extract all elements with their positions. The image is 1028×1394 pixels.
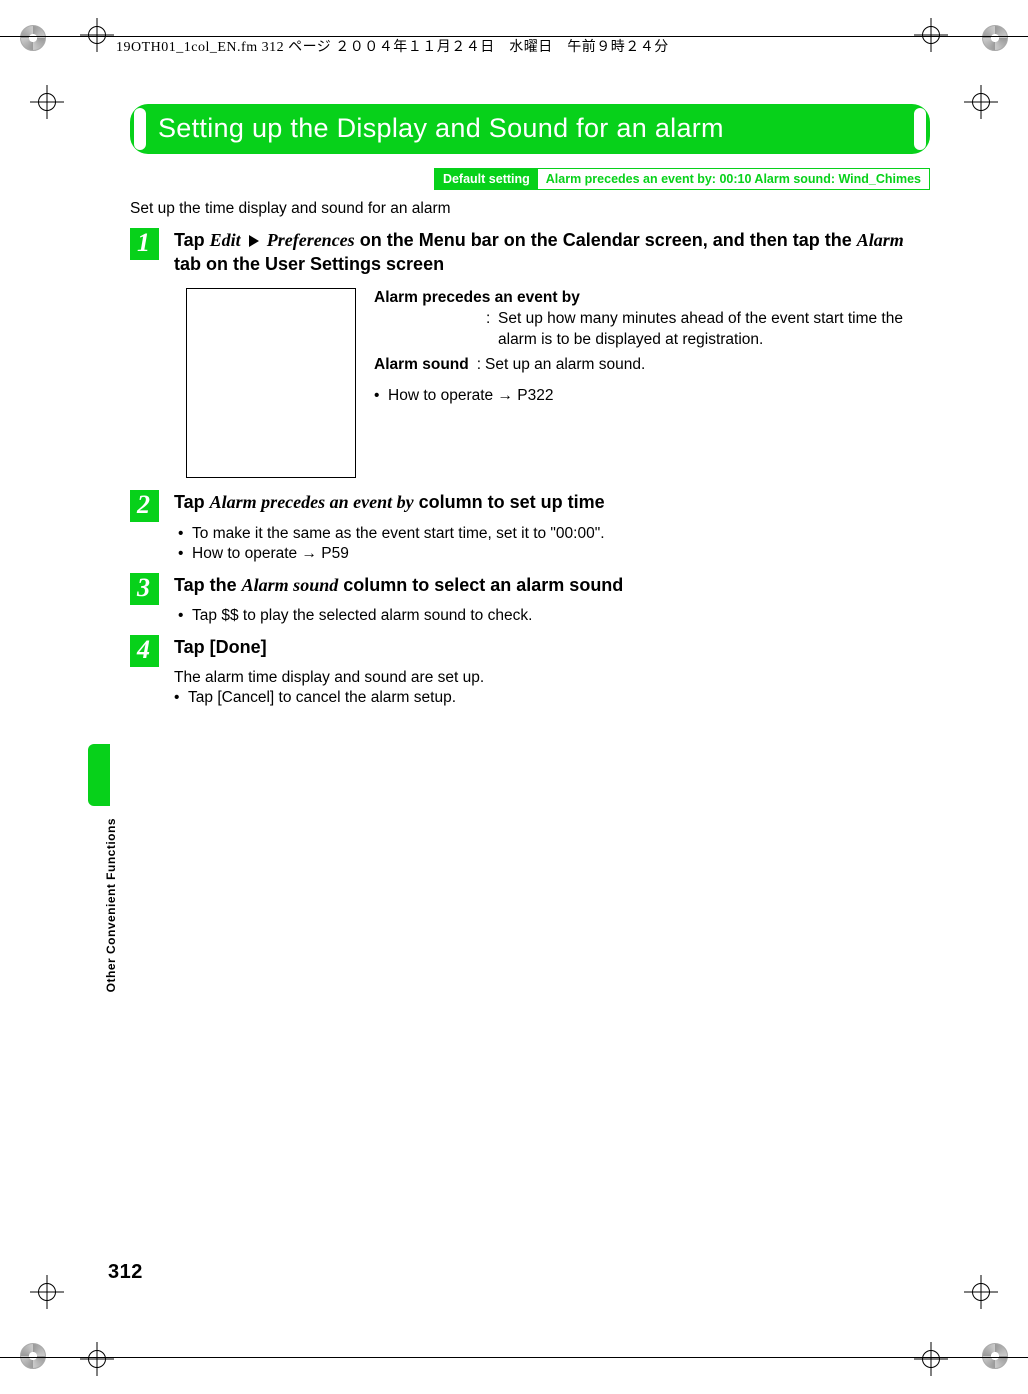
step-4: 4 Tap [Done] The alarm time display and … — [130, 635, 930, 711]
default-setting-strip: Default setting Alarm precedes an event … — [130, 168, 930, 190]
step-number: 2 — [130, 490, 159, 522]
registration-mark-icon — [20, 1343, 46, 1369]
def-howto: How to operate → P322 — [388, 387, 553, 404]
step-title-edit: Edit — [210, 230, 241, 250]
def-precedes-term: Alarm precedes an event by — [374, 288, 930, 309]
step-title-alarm: Alarm — [857, 230, 904, 250]
step-number: 1 — [130, 228, 159, 260]
step-1-title: Tap Edit Preferences on the Menu bar on … — [174, 228, 930, 277]
step-title-italic: Alarm precedes an event by — [210, 492, 414, 512]
step-title-text: tab on the User Settings screen — [174, 254, 444, 274]
section-title: Setting up the Display and Sound for an … — [154, 114, 728, 144]
step-1: 1 Tap Edit Preferences on the Menu bar o… — [130, 228, 930, 283]
step-number: 4 — [130, 635, 159, 667]
page: 19OTH01_1col_EN.fm 312 ページ ２００４年１１月２４日 水… — [0, 0, 1028, 1394]
step-title-text: column to select an alarm sound — [343, 575, 623, 595]
step-title-text: Tap the — [174, 575, 242, 595]
step-title-text: column to set up time — [419, 492, 605, 512]
step-number: 3 — [130, 573, 159, 605]
default-setting-label: Default setting — [435, 169, 538, 189]
crop-mark-icon — [964, 85, 998, 119]
step-2-bullet-1: To make it the same as the event start t… — [192, 525, 604, 542]
step-title-preferences: Preferences — [267, 230, 355, 250]
step-1-definitions: Alarm precedes an event by : Set up how … — [186, 288, 930, 478]
triangle-right-icon — [249, 235, 259, 247]
step-2-title: Tap Alarm precedes an event by column to… — [174, 490, 930, 514]
crop-mark-icon — [30, 85, 64, 119]
step-title-text: Tap — [174, 492, 210, 512]
side-section-label: Other Convenient Functions — [104, 818, 120, 992]
default-setting-value: Alarm precedes an event by: 00:10 Alarm … — [538, 169, 929, 189]
step-3-bullet-1: Tap $$ to play the selected alarm sound … — [192, 607, 532, 624]
step-2-bullet-2: How to operate → P59 — [192, 545, 349, 562]
registration-mark-icon — [982, 25, 1008, 51]
def-sound-desc: Set up an alarm sound. — [485, 355, 645, 376]
crop-mark-icon — [914, 1342, 948, 1376]
step-title-text: on the Menu bar on the Calendar screen, … — [360, 230, 857, 250]
step-2: 2 Tap Alarm precedes an event by column … — [130, 490, 930, 566]
step-title-text: Tap — [174, 230, 210, 250]
running-header: 19OTH01_1col_EN.fm 312 ページ ２００４年１１月２４日 水… — [116, 36, 669, 56]
crop-mark-icon — [80, 1342, 114, 1376]
crop-mark-icon — [964, 1275, 998, 1309]
step-4-bullet-1: Tap [Cancel] to cancel the alarm setup. — [188, 689, 456, 706]
def-precedes-desc: Set up how many minutes ahead of the eve… — [498, 309, 930, 351]
step-3-title: Tap the Alarm sound column to select an … — [174, 573, 930, 597]
section-title-banner: Setting up the Display and Sound for an … — [130, 104, 930, 154]
side-tab — [88, 744, 110, 806]
step-title-italic: Alarm sound — [242, 575, 339, 595]
screenshot-placeholder — [186, 288, 356, 478]
def-sound-term: Alarm sound — [374, 355, 469, 376]
intro-text: Set up the time display and sound for an… — [130, 200, 930, 218]
page-number: 312 — [108, 1261, 143, 1284]
default-setting-box: Default setting Alarm precedes an event … — [434, 168, 930, 190]
step-3: 3 Tap the Alarm sound column to select a… — [130, 573, 930, 629]
hairline — [0, 1357, 1028, 1358]
crop-mark-icon — [914, 18, 948, 52]
step-4-title: Tap [Done] — [174, 635, 930, 659]
registration-mark-icon — [982, 1343, 1008, 1369]
content-area: Setting up the Display and Sound for an … — [130, 104, 930, 713]
registration-mark-icon — [20, 25, 46, 51]
crop-mark-icon — [80, 18, 114, 52]
step-4-result: The alarm time display and sound are set… — [174, 669, 930, 687]
crop-mark-icon — [30, 1275, 64, 1309]
